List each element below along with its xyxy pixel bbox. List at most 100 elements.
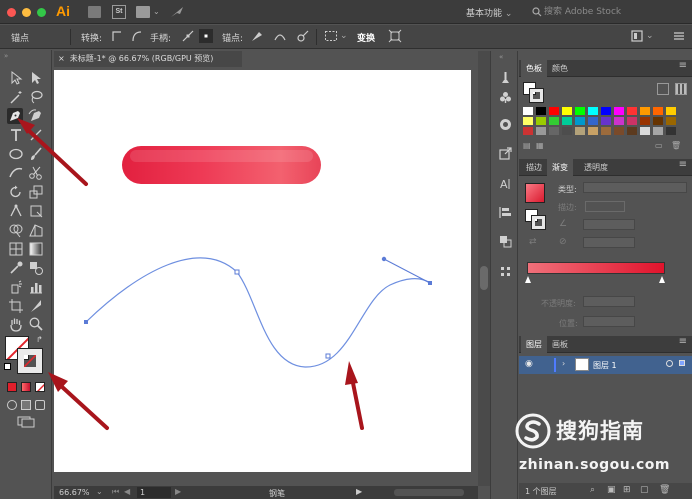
convert-to-corner-icon[interactable] <box>110 29 124 43</box>
page-number-field[interactable]: 1 <box>137 487 171 498</box>
stroke-swatch[interactable] <box>17 348 43 374</box>
show-swatch-kinds-icon[interactable]: ▦ <box>536 141 544 150</box>
panel-menu-icon[interactable]: ≡ <box>679 60 687 71</box>
lasso-tool[interactable] <box>28 89 44 105</box>
color-swatch[interactable] <box>523 127 533 135</box>
graph-tool[interactable] <box>28 279 44 295</box>
zoom-tool[interactable] <box>28 316 44 332</box>
color-swatch[interactable] <box>614 107 624 115</box>
transform-button[interactable]: 变换 <box>357 31 375 44</box>
paintbrush-tool[interactable] <box>28 146 44 162</box>
stroke-mode-buttons[interactable] <box>585 201 625 212</box>
color-mode-button[interactable] <box>7 382 17 392</box>
zoom-level[interactable]: 66.67% <box>59 488 90 497</box>
color-swatch[interactable] <box>536 127 546 135</box>
type-tool[interactable] <box>8 127 24 143</box>
color-swatch[interactable] <box>601 117 611 125</box>
shape-builder-tool[interactable] <box>8 222 24 238</box>
stroke-none-swatch[interactable] <box>529 88 544 103</box>
panel-menu-icon[interactable]: ≡ <box>679 336 687 347</box>
cut-path-icon[interactable] <box>296 29 310 43</box>
gradient-slider[interactable] <box>527 262 665 274</box>
aspect-ratio-input[interactable] <box>583 237 635 248</box>
previous-page-icon[interactable]: ◀ <box>124 487 130 496</box>
draw-normal-icon[interactable] <box>7 400 17 410</box>
vertical-scrollbar[interactable] <box>478 51 490 486</box>
select-similar-icon[interactable] <box>324 29 338 43</box>
gradient-mode-button[interactable] <box>21 382 31 392</box>
line-segment-tool[interactable] <box>28 127 44 143</box>
color-swatch[interactable] <box>536 107 546 115</box>
transform-panel-icon[interactable] <box>499 265 512 278</box>
angle-input[interactable] <box>583 219 635 230</box>
collapse-panels-icon[interactable]: « <box>499 53 503 61</box>
horizontal-scrollbar[interactable] <box>394 489 464 496</box>
scale-tool[interactable] <box>28 184 44 200</box>
gradient-stroke-swatch[interactable] <box>525 209 546 230</box>
color-swatch[interactable] <box>653 117 663 125</box>
collapse-toolbar-icon[interactable]: » <box>4 52 8 60</box>
panel-menu-icon[interactable] <box>672 29 686 43</box>
workspace-switcher[interactable]: 基本功能 ⌄ <box>466 6 512 19</box>
slice-tool[interactable] <box>28 298 44 314</box>
stock-icon[interactable]: St <box>112 5 126 19</box>
blend-tool[interactable] <box>28 260 44 276</box>
artboard[interactable] <box>54 70 471 472</box>
selection-tool[interactable] <box>8 70 24 86</box>
rotate-tool[interactable] <box>8 184 24 200</box>
reverse-gradient-icon[interactable]: ⇄ <box>529 237 537 247</box>
color-swatch[interactable] <box>627 117 637 125</box>
color-swatch[interactable] <box>640 127 650 135</box>
eye-icon[interactable]: ◉ <box>525 359 533 369</box>
tab-artboards[interactable]: 画板 <box>547 336 573 353</box>
color-swatch[interactable] <box>601 127 611 135</box>
shaper-tool[interactable] <box>8 165 24 181</box>
color-swatch[interactable] <box>640 117 650 125</box>
panel-menu-icon[interactable]: ≡ <box>679 159 687 170</box>
connect-anchors-icon[interactable] <box>273 29 287 43</box>
color-swatch[interactable] <box>601 107 611 115</box>
gradient-stop[interactable] <box>659 276 665 283</box>
layer-row[interactable]: ◉ › 图层 1 <box>519 356 692 374</box>
color-swatch[interactable] <box>523 107 533 115</box>
tab-color[interactable]: 颜色 <box>547 60 573 77</box>
arrange-documents-icon[interactable] <box>136 6 150 18</box>
puppet-warp-tool[interactable] <box>8 203 24 219</box>
gradient-type-select[interactable] <box>583 182 687 193</box>
export-icon[interactable] <box>499 147 512 160</box>
appearance-icon[interactable] <box>499 118 512 131</box>
location-input[interactable] <box>583 316 635 327</box>
brushes-icon[interactable] <box>499 71 512 84</box>
gpu-performance-icon[interactable] <box>170 5 184 19</box>
pen-tool[interactable] <box>7 108 23 124</box>
swap-fill-stroke-icon[interactable]: ↱ <box>36 335 43 344</box>
delete-swatch-icon[interactable]: 🗑 <box>671 141 681 150</box>
color-swatch[interactable] <box>575 117 585 125</box>
gradient-preview-swatch[interactable] <box>525 183 545 203</box>
color-swatch[interactable] <box>640 107 650 115</box>
eyedropper-tool[interactable] <box>8 260 24 276</box>
color-swatch[interactable] <box>588 127 598 135</box>
new-color-group-icon[interactable]: ▭ <box>655 141 663 150</box>
grid-view-icon[interactable] <box>675 83 687 95</box>
color-swatch[interactable] <box>575 127 585 135</box>
color-swatch[interactable] <box>666 117 676 125</box>
color-swatch[interactable] <box>614 127 624 135</box>
magic-wand-tool[interactable] <box>8 89 24 105</box>
hide-handles-icon[interactable] <box>199 29 213 43</box>
delete-layer-icon[interactable]: 🗑 <box>659 485 670 495</box>
tab-gradient[interactable]: 渐变 <box>547 159 573 176</box>
direct-selection-tool[interactable] <box>28 70 44 86</box>
search-stock-input[interactable]: 搜索 Adobe Stock <box>530 5 680 19</box>
color-swatch[interactable] <box>653 107 663 115</box>
locate-object-icon[interactable]: ⌕ <box>590 485 595 495</box>
color-swatch[interactable] <box>614 117 624 125</box>
convert-to-smooth-icon[interactable] <box>130 29 144 43</box>
selection-indicator[interactable] <box>679 360 685 366</box>
maximize-window-button[interactable] <box>37 8 46 17</box>
chevron-down-icon[interactable]: ⌄ <box>646 31 654 41</box>
chevron-right-icon[interactable]: › <box>562 359 565 368</box>
symbols-icon[interactable] <box>499 91 512 104</box>
opacity-input[interactable] <box>583 296 635 307</box>
chevron-down-icon[interactable]: ⌄ <box>153 7 160 16</box>
